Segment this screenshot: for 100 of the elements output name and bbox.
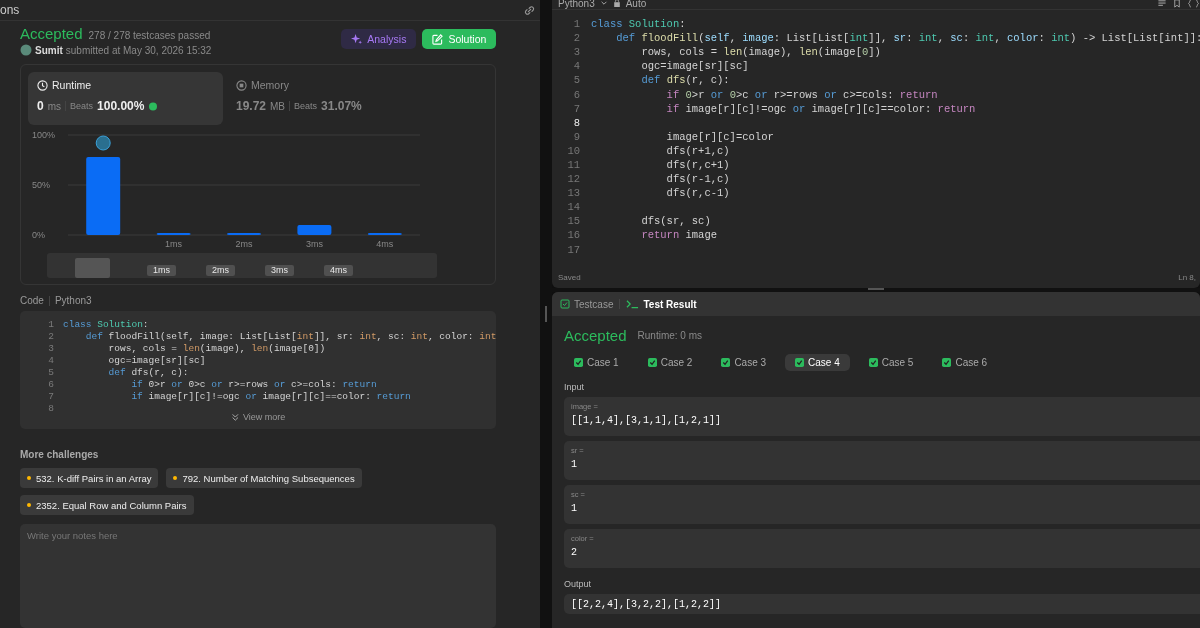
chart-bar — [156, 233, 191, 236]
line-number: 5 — [47, 366, 54, 378]
beats-label: Beats — [70, 101, 94, 112]
stat-unit: ms — [47, 100, 62, 112]
line-number: 8 — [47, 402, 54, 414]
edit-icon — [432, 33, 444, 45]
code-line: class Solution: — [63, 318, 149, 330]
check-icon — [647, 358, 657, 367]
tab-title[interactable]: ons — [0, 3, 20, 17]
line-number: 14 — [566, 201, 580, 214]
stat-title: Runtime — [52, 79, 92, 92]
line-number: 2 — [47, 330, 54, 342]
chart-bar — [227, 233, 261, 236]
stat-value: 0 — [37, 99, 44, 114]
view-more-button[interactable]: View more — [231, 412, 286, 424]
line-number: 6 — [572, 88, 580, 101]
line-number: 7 — [572, 102, 580, 115]
line-number: 4 — [572, 60, 580, 73]
line-number: 2 — [572, 32, 580, 45]
code-line: if image[r][c]!=ogc or image[r][c]==color: return — [665, 102, 976, 115]
code-line: image[r][c]=color — [665, 130, 774, 143]
cursor-position: Ln 8, — [1178, 273, 1196, 282]
code-line: if 0>r or 0>c or r>=rows or c>=cols: return — [130, 378, 377, 390]
submitted-text: submitted at May 30, 2026 15:32 — [65, 44, 212, 56]
notes-field[interactable]: Write your notes here — [20, 524, 497, 628]
avatar-icon — [95, 135, 111, 151]
check-icon — [721, 358, 731, 367]
code-line: dfs(sr, sc) — [640, 215, 711, 228]
save-status: Saved — [558, 273, 581, 282]
line-number: 11 — [566, 159, 580, 171]
output-value: [[2,2,4],[3,2,2],[1,2,2]] — [571, 599, 723, 610]
case-tab[interactable]: Case 6 — [932, 354, 998, 371]
code-line: def floodFill(self, image: List[List[int]], sr: int, sc: int, color: int) -> List[List[int]]: — [615, 32, 1200, 45]
beats-label: Beats — [294, 101, 318, 112]
axis-label: 2ms — [235, 239, 253, 250]
code-line: rows, cols = len(image), len(image[0]) — [107, 342, 326, 354]
line-number: 16 — [566, 229, 580, 242]
code-line: class Solution: — [591, 18, 686, 31]
terminal-icon — [626, 299, 640, 309]
output-label: Output — [564, 579, 593, 589]
code-label: Code — [20, 295, 44, 307]
link-icon[interactable] — [523, 3, 536, 17]
code-line: def floodFill(self, image: List[List[int]], sr: int, sc: int, color: int — [84, 330, 497, 342]
stat-card[interactable]: Memory 19.72 MB Beats 31.07% — [227, 72, 422, 126]
mode-label[interactable]: Auto — [625, 0, 647, 9]
axis-label: 0% — [32, 230, 45, 241]
case-tab[interactable]: Case 2 — [637, 354, 703, 371]
format-icon[interactable] — [1157, 0, 1167, 8]
axis-label: 100% — [32, 130, 56, 141]
status-text: Accepted — [20, 25, 83, 42]
chart-bar — [367, 233, 402, 236]
param-value: 2 — [571, 547, 578, 558]
case-tab[interactable]: Case 1 — [564, 354, 629, 371]
check-icon — [942, 358, 952, 367]
challenge-chip[interactable]: 532. K-diff Pairs in an Array — [20, 468, 159, 489]
axis-label: 50% — [32, 180, 50, 191]
clock-icon — [37, 79, 48, 91]
stat-card[interactable]: Runtime 0 ms Beats 100.00% — [28, 72, 223, 126]
challenge-chip[interactable]: 2352. Equal Row and Column Pairs — [20, 495, 194, 516]
case-tab[interactable]: Case 5 — [858, 354, 924, 371]
chart-bar — [297, 225, 332, 236]
line-number: 1 — [47, 318, 54, 330]
chevron-down-icon[interactable] — [599, 0, 608, 7]
analysis-button[interactable]: Analysis — [341, 29, 417, 49]
case-tab[interactable]: Case 3 — [711, 354, 777, 371]
user-name[interactable]: Sumit — [35, 44, 63, 56]
line-number: 6 — [47, 378, 54, 390]
line-number: 10 — [566, 144, 580, 157]
line-number: 3 — [572, 46, 580, 59]
code-line: dfs(r,c+1) — [665, 159, 730, 171]
code-line: if image[r][c]!=ogc or image[r][c]==color: return — [130, 390, 411, 402]
braces-icon[interactable] — [1187, 0, 1200, 8]
stat-value: 19.72 — [236, 99, 267, 114]
code-line: return image — [640, 229, 718, 242]
line-number: 8 — [572, 116, 580, 129]
challenge-chip[interactable]: 792. Number of Matching Subsequences — [166, 468, 362, 489]
line-number: 3 — [47, 342, 54, 354]
beats-value: 31.07% — [321, 99, 362, 114]
line-number: 13 — [566, 187, 580, 200]
section-title: More challenges — [20, 449, 100, 461]
check-icon — [868, 358, 878, 367]
bookmark-icon[interactable] — [1172, 0, 1182, 8]
check-icon — [795, 358, 805, 367]
panel-tab[interactable]: Test Result — [626, 298, 697, 310]
code-line: if 0>r or 0>c or r>=rows or c>=cols: return — [665, 88, 938, 101]
language-selector[interactable]: Python3 — [558, 0, 595, 9]
panel-tab[interactable]: Testcase — [560, 298, 614, 310]
chevrons-down-icon — [231, 413, 240, 423]
case-tab[interactable]: Case 4 — [785, 354, 850, 371]
param-value: 1 — [571, 503, 578, 514]
check-icon — [574, 358, 583, 367]
mini-bar — [75, 258, 110, 279]
param-value: 1 — [571, 459, 578, 470]
code-line: dfs(r-1,c) — [665, 173, 730, 186]
code-line: rows, cols = len(image), len(image[0]) — [640, 46, 881, 59]
avatar-icon — [20, 44, 32, 56]
line-number: 1 — [572, 18, 580, 31]
stat-title: Memory — [251, 79, 289, 92]
range-label: 2ms — [206, 265, 236, 277]
code-line: ogc=image[sr][sc] — [640, 60, 749, 73]
